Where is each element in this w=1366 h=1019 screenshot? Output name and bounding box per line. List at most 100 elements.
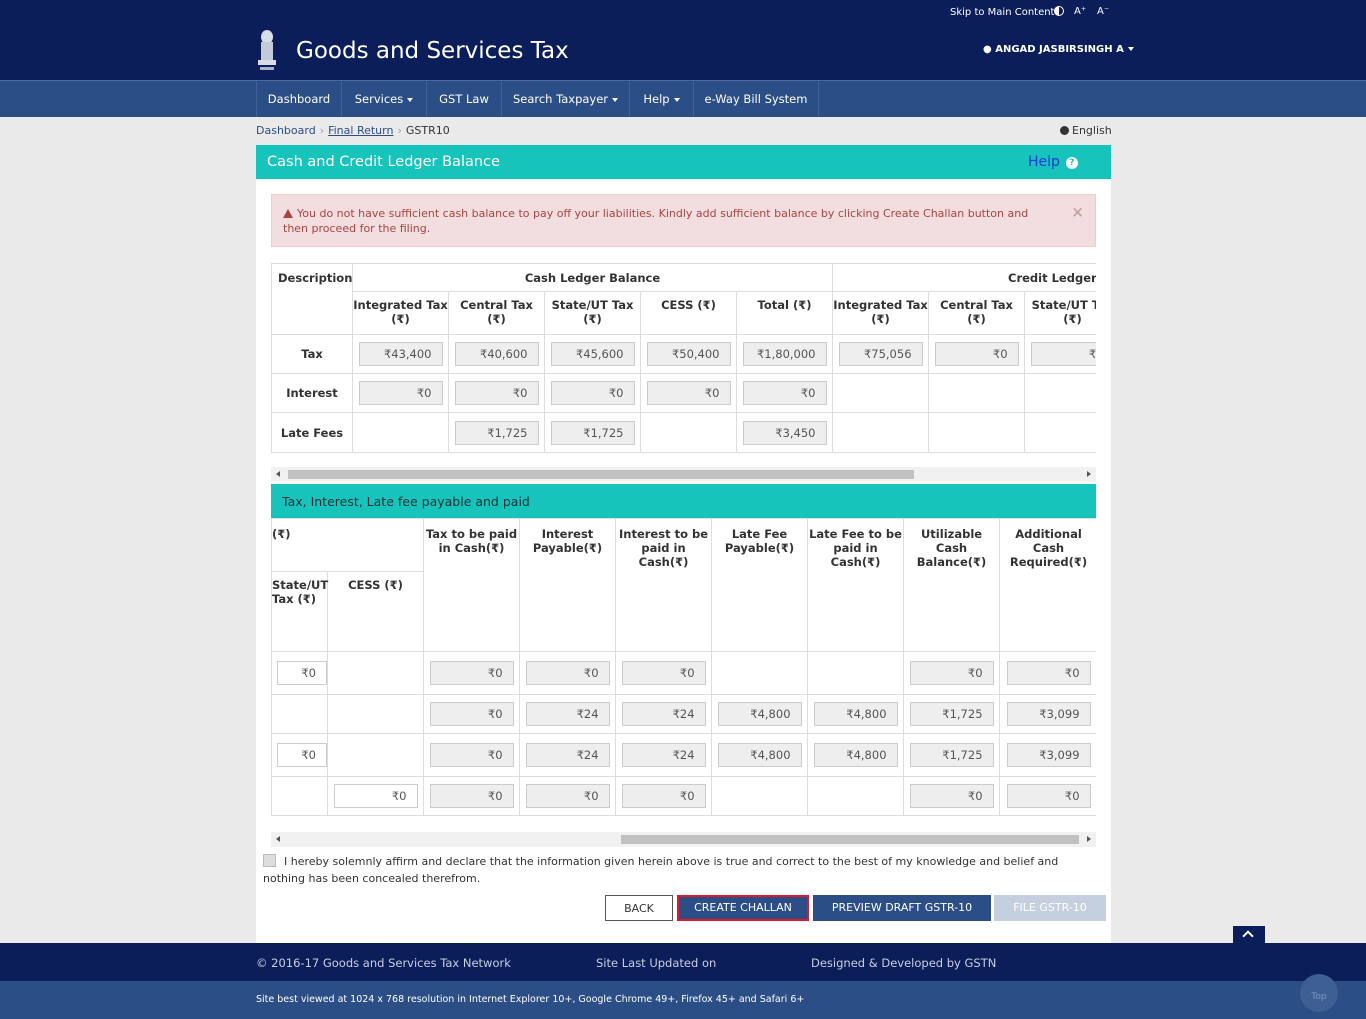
footer-bottom: Site best viewed at 1024 x 768 resolutio… (0, 981, 1366, 1019)
warning-icon (283, 209, 293, 218)
nav-eway-bill[interactable]: e-Way Bill System (694, 81, 819, 117)
value-field: ₹0 (621, 784, 706, 808)
question-icon: ? (1065, 157, 1078, 169)
nav-dashboard[interactable]: Dashboard (256, 81, 342, 117)
value-field: ₹4,800 (717, 702, 802, 726)
value-field: ₹24 (525, 743, 610, 767)
row-label: Tax (271, 334, 353, 374)
col-interest-paid-cash: Interest to be paid in Cash(₹) (615, 518, 713, 652)
scroll-thumb[interactable] (288, 470, 914, 479)
value-field: ₹0 (742, 381, 827, 405)
table-row: ₹0 ₹0 ₹0 ₹0 ₹0 ₹0 (271, 776, 1096, 816)
footer-designed: Designed & Developed by GSTN (811, 956, 997, 970)
font-decrease-button[interactable]: A⁻ (1097, 6, 1109, 17)
value-field: ₹4,800 (717, 743, 802, 767)
nav-gst-law[interactable]: GST Law (427, 81, 502, 117)
row-label: Late Fees (271, 412, 353, 453)
col-cess: CESS (₹) (326, 571, 425, 652)
value-field: ₹24 (621, 702, 706, 726)
value-field: ₹0 (909, 661, 994, 685)
breadcrumb-final-return[interactable]: Final Return (328, 124, 393, 137)
insufficient-balance-alert: You do not have sufficient cash balance … (271, 194, 1096, 247)
user-icon: ● (983, 44, 996, 55)
declaration: I hereby solemnly affirm and declare tha… (263, 853, 1101, 887)
value-field: ₹45,600 (550, 342, 635, 366)
nav-label: e-Way Bill System (704, 92, 808, 106)
col-credit-integrated-tax: Integrated Tax (₹) (832, 291, 930, 335)
value-field: ₹0 (454, 381, 539, 405)
language-label: English (1072, 124, 1112, 137)
value-field: ₹75,056 (838, 342, 923, 366)
payable-horizontal-scrollbar[interactable] (271, 832, 1096, 847)
table-row: ₹0 ₹0 ₹0 ₹0 ₹0 ₹0 (271, 651, 1096, 695)
value-field: ₹40,600 (454, 342, 539, 366)
skip-to-content-link[interactable]: Skip to Main Content (950, 7, 1054, 18)
nav-services[interactable]: Services (342, 81, 427, 117)
col-central-tax: Central Tax (₹) (448, 291, 545, 335)
nav-label: GST Law (439, 92, 489, 106)
table-row: Interest ₹0 ₹0 ₹0 ₹0 ₹0 (271, 373, 1096, 413)
value-field: ₹0 (429, 743, 514, 767)
file-gstr10-button[interactable]: FILE GSTR-10 (994, 895, 1106, 921)
declaration-checkbox[interactable] (263, 854, 276, 867)
value-field: ₹0 (646, 381, 731, 405)
footer-best-viewed: Site best viewed at 1024 x 768 resolutio… (256, 994, 805, 1005)
help-link[interactable]: Help? (1028, 154, 1078, 170)
declaration-text: I hereby solemnly affirm and declare tha… (263, 855, 1059, 885)
scroll-left-icon[interactable] (276, 471, 280, 477)
scroll-right-icon[interactable] (1087, 836, 1091, 842)
scroll-left-icon[interactable] (276, 836, 280, 842)
top-strip: Skip to Main Content A⁺ A⁻ (0, 0, 1366, 24)
value-field: ₹1,725 (909, 702, 994, 726)
panel-header: Cash and Credit Ledger Balance Help? (256, 145, 1111, 179)
value-field: ₹0 (277, 743, 327, 767)
value-field: ₹0 (429, 702, 514, 726)
language-selector[interactable]: English (1060, 124, 1112, 137)
payable-section-header: Tax, Interest, Late fee payable and paid (271, 484, 1096, 518)
value-field: ₹3,099 (1006, 743, 1091, 767)
table-row: ₹0 ₹0 ₹24 ₹24 ₹4,800 ₹4,800 ₹1,725 ₹3,09… (271, 733, 1096, 777)
value-field: ₹0 (429, 661, 514, 685)
col-cess: CESS (₹) (640, 291, 737, 335)
col-credit-central-tax: Central Tax (₹) (928, 291, 1026, 335)
col-total: Total (₹) (735, 291, 834, 335)
value-field: ₹24 (525, 702, 610, 726)
breadcrumb-dashboard[interactable]: Dashboard (256, 124, 316, 137)
ledger-horizontal-scrollbar[interactable] (271, 467, 1096, 482)
nav-help[interactable]: Help (630, 81, 694, 117)
user-menu[interactable]: ● ANGAD JASBIRSINGH A (983, 44, 1134, 55)
back-button[interactable]: BACK (605, 895, 673, 921)
row-label: Interest (271, 373, 353, 413)
table-row: ₹0 ₹24 ₹24 ₹4,800 ₹4,800 ₹1,725 ₹3,099 (271, 694, 1096, 734)
footer-copyright: © 2016-17 Goods and Services Tax Network (256, 956, 511, 970)
preview-draft-button[interactable]: PREVIEW DRAFT GSTR-10 (813, 895, 991, 921)
chevron-up-icon (1242, 930, 1254, 942)
ledger-table-viewport: Description Cash Ledger Balance Credit L… (271, 263, 1096, 453)
footer-updated: Site Last Updated on (596, 956, 717, 970)
national-emblem-icon (258, 30, 276, 70)
font-increase-button[interactable]: A⁺ (1074, 6, 1086, 17)
site-title[interactable]: Goods and Services Tax (296, 38, 569, 64)
description-header: Description (271, 263, 353, 335)
create-challan-button[interactable]: CREATE CHALLAN (677, 895, 809, 921)
nav-search-taxpayer[interactable]: Search Taxpayer (502, 81, 630, 117)
value-field: ₹0 (525, 661, 610, 685)
value-field: ₹1,80,000 (742, 342, 827, 366)
back-to-top-button[interactable]: Top (1300, 974, 1338, 1012)
scroll-thumb[interactable] (621, 835, 1079, 844)
user-name: ANGAD JASBIRSINGH A (995, 44, 1124, 55)
value-field: ₹43,400 (358, 342, 443, 366)
scroll-right-icon[interactable] (1087, 471, 1091, 477)
col-additional-cash: Additional Cash Required(₹) (999, 518, 1096, 652)
value-field: ₹0 (621, 661, 706, 685)
contrast-icon[interactable] (1054, 6, 1064, 16)
value-field: ₹0 (1006, 661, 1091, 685)
site-header: Goods and Services Tax ● ANGAD JASBIRSIN… (0, 24, 1366, 80)
scroll-top-button[interactable] (1233, 926, 1265, 943)
close-icon[interactable]: × (1071, 205, 1084, 220)
value-field: ₹0 (550, 381, 635, 405)
value-field: ₹3,450 (742, 420, 827, 445)
value-field: ₹0 (1030, 342, 1096, 366)
col-state-ut-tax: State/UT Tax (₹) (271, 571, 328, 652)
value-field: ₹0 (429, 784, 514, 808)
